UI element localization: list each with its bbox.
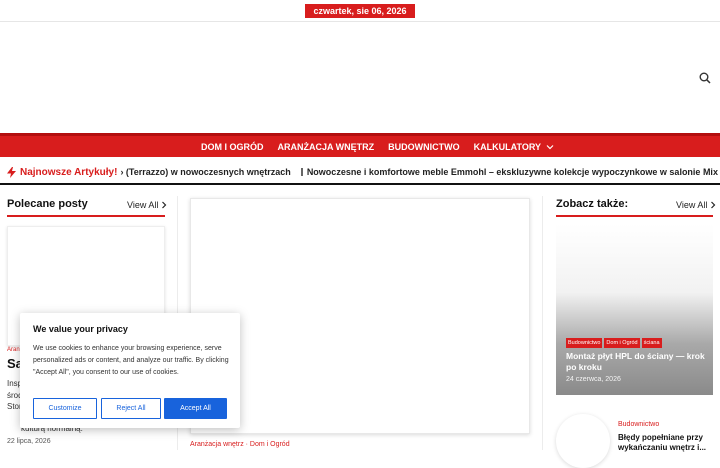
ticker-label-text: Najnowsze Artykuły! — [20, 166, 118, 178]
nav-item-dom-i-ogrod[interactable]: DOM I OGRÓD — [201, 142, 264, 152]
ticker-item[interactable]: Nowoczesne i komfortowe meble Emmohl – e… — [307, 167, 720, 177]
view-all-label: View All — [676, 200, 708, 210]
view-all-link-left[interactable]: View All — [127, 200, 167, 210]
related-post-category[interactable]: Budownictwo — [618, 421, 659, 428]
top-bar: czwartek, sie 06, 2026 — [0, 0, 720, 22]
related-post-date: 24 czerwca, 2026 — [566, 376, 621, 383]
post-tags: Budownictwo Dom i Ogród ściana — [566, 338, 664, 348]
tag-badge[interactable]: ściana — [641, 338, 662, 348]
main-featured-post[interactable] — [190, 198, 530, 434]
column-divider — [542, 196, 543, 450]
related-post-title[interactable]: Błędy popełniane przy wykańczaniu wnętrz… — [618, 433, 714, 453]
chevron-down-icon — [546, 144, 554, 149]
tag-badge[interactable]: Dom i Ogród — [604, 338, 640, 348]
main-post-categories[interactable]: Aranżacja wnętrz · Dom i Ogród — [190, 441, 290, 448]
tag-badge[interactable]: Budownictwo — [566, 338, 603, 348]
chevron-right-icon — [711, 201, 716, 209]
nav-item-aranzacja-wnetrz[interactable]: ARANŻACJA WNĘTRZ — [278, 142, 375, 152]
news-ticker: Najnowsze Artykuły! › (Terrazzo) w nowoc… — [0, 161, 720, 185]
nav-item-kalkulatory[interactable]: KALKULATORY — [474, 142, 554, 152]
main-navbar: DOM I OGRÓD ARANŻACJA WNĘTRZ BUDOWNICTWO… — [0, 133, 720, 157]
view-all-link-right[interactable]: View All — [676, 200, 716, 210]
nav-item-budownictwo[interactable]: BUDOWNICTWO — [388, 142, 460, 152]
ticker-label: Najnowsze Artykuły! — [7, 166, 118, 178]
cookie-consent-banner: We value your privacy We use cookies to … — [20, 313, 240, 428]
section-underline — [556, 215, 713, 217]
reject-all-button[interactable]: Reject All — [101, 398, 161, 419]
related-post-thumbnail[interactable] — [556, 414, 610, 468]
accept-all-button[interactable]: Accept All — [164, 398, 227, 419]
ticker-item[interactable]: › (Terrazzo) w nowoczesnych wnętrzach — [120, 167, 290, 177]
section-heading-polecane: Polecane posty — [7, 198, 88, 210]
date-badge: czwartek, sie 06, 2026 — [305, 4, 415, 18]
lightning-icon — [7, 166, 16, 178]
search-icon[interactable] — [699, 72, 711, 84]
ticker-thumbnail — [300, 168, 303, 176]
cookie-body: We use cookies to enhance your browsing … — [33, 345, 229, 376]
customize-button[interactable]: Customize — [33, 398, 97, 419]
nav-item-kalkulatory-label: KALKULATORY — [473, 141, 542, 152]
post-category[interactable]: Aran — [7, 347, 20, 353]
related-post-title[interactable]: Montaż płyt HPL do ściany — krok po krok… — [566, 351, 706, 373]
view-all-label: View All — [127, 200, 159, 210]
post-date: 22 lipca, 2026 — [7, 438, 51, 445]
nav-menu: DOM I OGRÓD ARANŻACJA WNĘTRZ BUDOWNICTWO… — [201, 136, 568, 157]
chevron-right-icon — [162, 201, 167, 209]
section-heading-zobacz: Zobacz także: — [556, 198, 629, 210]
cookie-title: We value your privacy — [33, 324, 128, 334]
section-underline — [7, 215, 165, 217]
